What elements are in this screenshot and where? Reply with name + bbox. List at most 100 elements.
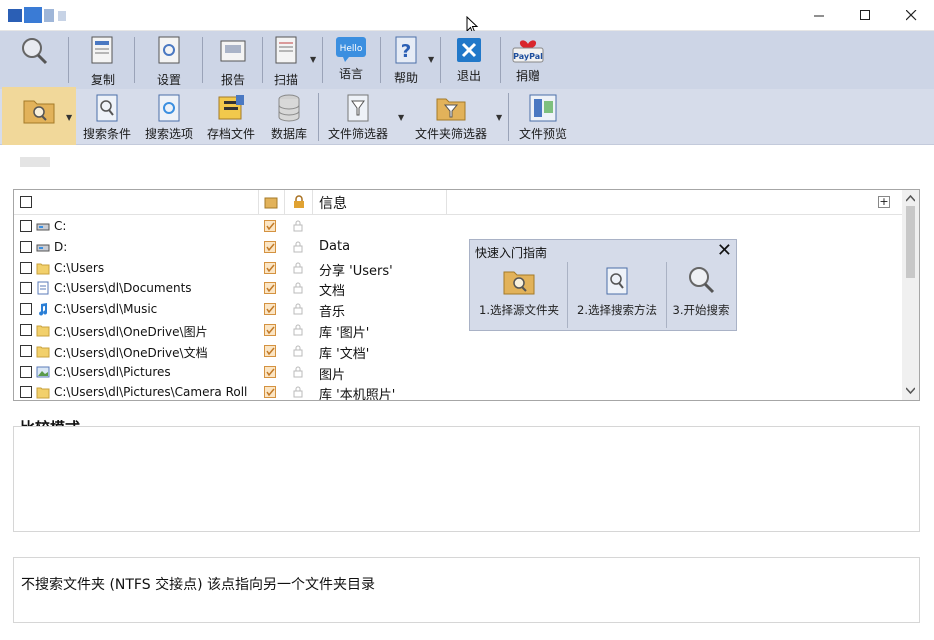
list-item[interactable]: C:\Users\dl\OneDrive\图片 库 '图片'	[14, 320, 904, 341]
close-button[interactable]	[888, 0, 934, 31]
toolbar-file-filter-button[interactable]: 文件筛选器	[322, 93, 394, 142]
toolbar-donate-label: 捐赠	[515, 69, 540, 83]
list-item[interactable]: C:	[14, 216, 904, 237]
toolbar-exit-label: 退出	[456, 69, 481, 83]
row-info: Data	[319, 238, 351, 254]
toolbar-help-label: 帮助	[393, 71, 418, 85]
search-options-icon	[158, 94, 180, 122]
chevron-down-icon[interactable]: ▼	[310, 55, 316, 64]
row-checkbox[interactable]	[20, 344, 32, 357]
guide-close-icon[interactable]: ✕	[717, 240, 732, 261]
lock-icon[interactable]	[293, 386, 303, 398]
row-path: C:\Users\dl\Documents	[54, 281, 192, 296]
row-checkbox[interactable]	[20, 282, 32, 295]
list-item[interactable]: C:\Users\dl\Pictures 图片	[14, 362, 904, 383]
toolbar-file-preview-button[interactable]: 文件预览	[514, 93, 572, 142]
row-path: C:\Users\dl\Pictures	[54, 364, 171, 379]
toolbar-settings-label: 设置	[156, 73, 181, 87]
include-subfolders-checkbox[interactable]	[264, 386, 276, 399]
select-all-checkbox[interactable]	[20, 196, 32, 208]
scan-doc-icon	[275, 36, 297, 64]
include-subfolders-checkbox[interactable]	[264, 220, 276, 232]
paypal-text: PayPal	[513, 52, 543, 61]
row-path: C:\Users\dl\OneDrive\文档	[54, 345, 208, 360]
toolbar-search-criteria-button[interactable]: 搜索条件	[80, 93, 134, 142]
lock-icon[interactable]	[293, 241, 303, 253]
row-checkbox[interactable]	[20, 303, 32, 316]
toolbar-scan-button[interactable]: 扫描	[266, 35, 306, 88]
toolbar-archive-files-button[interactable]: 存档文件	[203, 93, 259, 142]
lock-icon[interactable]	[293, 366, 303, 378]
include-subfolders-checkbox[interactable]	[264, 303, 276, 316]
guide-step-search-method[interactable]: 2.选择搜索方法	[569, 262, 665, 330]
toolbar-language-button[interactable]: Hello 语言	[330, 35, 372, 82]
toolbar-settings-button[interactable]: 设置	[146, 35, 192, 88]
guide-step-source-folder[interactable]: 1.选择源文件夹	[472, 262, 566, 330]
toolbar-copy-button[interactable]: 复制	[80, 35, 126, 88]
scroll-down-icon[interactable]	[906, 387, 915, 395]
folder-filter-icon	[436, 98, 466, 121]
list-item[interactable]: C:\Users 分享 'Users'	[14, 258, 904, 279]
list-item[interactable]: C:\Users\dl\OneDrive\文档 库 '文档'	[14, 341, 904, 362]
list-scrollbar[interactable]	[902, 190, 919, 400]
lock-icon[interactable]	[293, 262, 303, 274]
include-subfolders-icon	[264, 197, 278, 209]
lock-icon[interactable]	[293, 282, 303, 294]
toolbar-search-options-button[interactable]: 搜索选项	[141, 93, 197, 142]
include-subfolders-checkbox[interactable]	[264, 324, 276, 336]
include-subfolders-checkbox[interactable]	[264, 261, 276, 274]
folder-icon	[36, 346, 50, 358]
row-checkbox[interactable]	[20, 220, 32, 232]
hello-language-icon: Hello	[336, 37, 366, 62]
list-item[interactable]: C:\Users\dl\Pictures\Camera Roll 库 '本机照片'	[14, 382, 904, 400]
toolbar-donate-button[interactable]: PayPal 捐赠	[506, 35, 550, 84]
guide-divider	[666, 262, 667, 328]
include-subfolders-checkbox[interactable]	[264, 344, 276, 357]
row-checkbox[interactable]	[20, 240, 32, 253]
toolbar-search-button[interactable]	[14, 35, 54, 69]
guide-step-start-search[interactable]: 3.开始搜索	[668, 262, 734, 330]
list-item[interactable]: C:\Users\dl\Documents 文档	[14, 278, 904, 299]
include-subfolders-checkbox[interactable]	[264, 365, 276, 378]
lock-icon[interactable]	[293, 345, 303, 357]
exit-icon	[457, 38, 481, 62]
toolbar-divider	[318, 93, 319, 141]
row-checkbox[interactable]	[20, 261, 32, 274]
chevron-down-icon[interactable]: ▼	[398, 113, 404, 122]
include-subfolders-checkbox[interactable]	[264, 282, 276, 295]
toolbar-folder-filter-button[interactable]: 文件夹筛选器	[408, 93, 494, 142]
scroll-up-icon[interactable]	[906, 194, 915, 202]
row-checkbox[interactable]	[20, 324, 32, 336]
toolbar-report-label: 报告	[220, 73, 245, 87]
info-column-header: 信息	[319, 196, 347, 212]
guide-step-2-label: 2.选择搜索方法	[577, 303, 657, 317]
maximize-button[interactable]	[842, 0, 888, 31]
toolbar-search-criteria-label: 搜索条件	[82, 127, 131, 141]
chevron-down-icon[interactable]: ▼	[428, 55, 434, 64]
row-checkbox[interactable]	[20, 365, 32, 378]
list-item[interactable]: D: Data	[14, 237, 904, 258]
pictures-icon	[36, 366, 50, 378]
minimize-button[interactable]	[796, 0, 842, 31]
toolbar-exit-button[interactable]: 退出	[448, 35, 490, 84]
toolbar-report-button[interactable]: 报告	[210, 35, 256, 88]
lock-icon[interactable]	[293, 303, 303, 315]
file-preview-icon	[529, 94, 557, 122]
list-item[interactable]: C:\Users\dl\Music 音乐	[14, 299, 904, 320]
row-checkbox[interactable]	[20, 386, 32, 399]
toolbar-divider	[202, 37, 203, 83]
guide-divider	[567, 262, 568, 328]
guide-step-3-label: 3.开始搜索	[672, 303, 730, 317]
toolbar-source-folder-button[interactable]	[2, 87, 76, 145]
source-folder-list[interactable]: 信息 + C: D: Data C:\Users 分享 'Users' C:\Users\…	[13, 189, 920, 401]
toolbar-help-button[interactable]: ? 帮助	[386, 35, 426, 86]
lock-icon[interactable]	[293, 220, 303, 232]
file-filter-icon	[347, 94, 369, 122]
chevron-down-icon[interactable]: ▼	[496, 113, 502, 122]
chevron-down-icon[interactable]: ▼	[66, 113, 72, 122]
scrollbar-thumb[interactable]	[906, 206, 915, 278]
add-column-button[interactable]: +	[878, 196, 890, 208]
include-subfolders-checkbox[interactable]	[264, 240, 276, 253]
lock-icon[interactable]	[293, 324, 303, 336]
toolbar-database-button[interactable]: 数据库	[266, 93, 312, 142]
